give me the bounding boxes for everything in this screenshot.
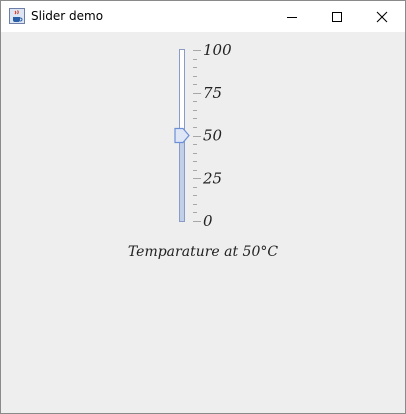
window-title: Slider demo xyxy=(31,9,104,23)
maximize-icon xyxy=(332,11,342,22)
title-bar[interactable]: Slider demo xyxy=(1,1,405,32)
maximize-button[interactable] xyxy=(314,1,360,32)
close-icon xyxy=(376,11,388,22)
tick-label: 50 xyxy=(203,127,223,145)
tick-label: 75 xyxy=(203,84,222,102)
temperature-slider[interactable]: 100 75 50 25 0 xyxy=(1,32,405,272)
slider-demo-window: Slider demo 100 75 50 25 0 Temparature a… xyxy=(0,0,406,414)
slider-tick-labels: 100 75 50 25 0 xyxy=(202,41,232,230)
content-pane: 100 75 50 25 0 Temparature at 50°C xyxy=(1,32,405,413)
slider-track-fill xyxy=(180,135,184,221)
slider-ticks xyxy=(193,50,201,222)
tick-label: 0 xyxy=(203,212,213,230)
tick-label: 25 xyxy=(202,169,222,187)
minimize-icon xyxy=(287,16,297,18)
java-cup-icon xyxy=(9,8,25,24)
minimize-button[interactable] xyxy=(269,1,315,32)
close-button[interactable] xyxy=(359,1,405,32)
slider-thumb[interactable] xyxy=(174,127,190,144)
tick-label: 100 xyxy=(203,41,232,59)
temperature-caption: Temparature at 50°C xyxy=(127,244,279,260)
